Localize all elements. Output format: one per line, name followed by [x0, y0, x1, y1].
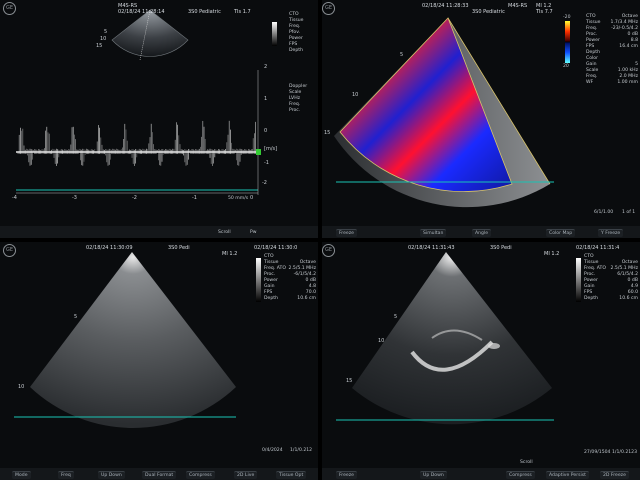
param-list: CTO Tissue Octave Freq. ATO 2.5/5.1 MHz Pr…	[264, 254, 316, 302]
header-datetime-2: 02/18/24 11:30:0	[254, 245, 298, 251]
grayscale-bar	[272, 22, 277, 46]
sweep-speed: 50 mm/s	[228, 196, 249, 201]
color-map-button[interactable]: Color Map	[546, 229, 576, 237]
doppler-graphics	[16, 9, 261, 195]
param-list: CTO Tissue Freq. Pfov. Power FPS Depth	[289, 12, 317, 54]
depth-mark: 5	[104, 29, 108, 35]
header-preset: 3S0 Pediatric	[472, 9, 505, 15]
header-datetime: 02/18/24 11:28:33	[422, 3, 469, 9]
depth-mark: 10	[100, 36, 107, 42]
param-row: Depth 10.6 cm	[584, 296, 638, 301]
depth-mark: 15	[324, 130, 331, 136]
angle-button[interactable]: Angle	[472, 229, 492, 237]
ge-logo-icon: GE	[322, 244, 335, 257]
header-datetime: 02/18/24 11:28:14	[118, 9, 165, 15]
y-freeze-button[interactable]: Y Freeze	[598, 229, 624, 237]
time-tick: -3	[72, 195, 77, 201]
colorbar-top: -20	[563, 15, 571, 20]
header-datetime-2: 02/18/24 11:31:4	[576, 245, 620, 251]
doppler-spectrum	[17, 120, 256, 166]
2d-freeze-button[interactable]: 2D Freeze	[600, 471, 629, 479]
footer-readout: 6/1/1.00	[594, 210, 614, 215]
anatomy-structure	[488, 343, 500, 349]
footer-readout-2: 1/1/0.2123	[612, 450, 638, 455]
header-mi: MI 1.2	[222, 251, 238, 257]
footer-readout: 0/4/2024	[262, 448, 283, 453]
doppler-panel: GE M4S-RS 02/18/24 11:28:14 3S0 Pediatri…	[0, 0, 318, 238]
depth-mark: 5	[394, 314, 398, 320]
color-doppler-panel: GE 02/18/24 11:28:33 M4S-RS MI 1.2 3S0 P…	[322, 0, 640, 238]
header-preset: 3S0 Pediatric	[188, 9, 221, 15]
ge-logo-icon: GE	[3, 2, 16, 15]
footer-count: 1 of 1	[622, 210, 636, 215]
depth-mark: 10	[352, 92, 359, 98]
depth-mark: 5	[74, 314, 78, 320]
time-tick: -4	[12, 195, 17, 201]
button-bar: Mode Freq Up Down Dual Format Compress 2…	[0, 468, 318, 480]
button-bar: Freeze Simultan Angle Color Map Y Freeze	[322, 226, 640, 238]
freeze-button[interactable]: Freeze	[336, 471, 357, 479]
adaptive-persist-button[interactable]: Adaptive Persist	[546, 471, 589, 479]
dual-format-button[interactable]: Dual Format	[142, 471, 177, 479]
depth-mark: 5	[400, 52, 404, 58]
button-bar: Freeze Up Down Compress Adaptive Persist…	[322, 468, 640, 480]
velocity-tick: 1	[264, 96, 268, 102]
time-tick: -2	[132, 195, 137, 201]
depth-mark: 10	[378, 338, 385, 344]
ge-logo-icon: GE	[3, 244, 16, 257]
header-ti: TIs 7.7	[536, 9, 553, 15]
header-ti: TIs 1.7	[234, 9, 251, 15]
bmode-panel-2: GE 02/18/24 11:31:43 3S0 Pedi 02/18/24 1…	[322, 242, 640, 480]
velocity-tick: -2	[262, 180, 267, 186]
compress-button[interactable]: Compress	[506, 471, 535, 479]
param-row: WF 1.00 mm	[586, 80, 638, 85]
grayscale-bar	[576, 258, 581, 302]
pw-label[interactable]: Pw	[250, 230, 257, 235]
depth-mark: 15	[96, 43, 103, 49]
header-mi: MI 1.2	[544, 251, 560, 257]
param-list: CTO Tissue Octave Freq. ATO 2.5/5.1 MHz Pr…	[584, 254, 638, 302]
freeze-button[interactable]: Freeze	[336, 229, 357, 237]
ge-logo-icon: GE	[322, 2, 335, 15]
simultan-button[interactable]: Simultan	[420, 229, 447, 237]
scroll-label[interactable]: Scroll	[520, 460, 533, 465]
tissue-opt-button[interactable]: Tissue Opt	[276, 471, 307, 479]
velocity-tick: -1	[264, 160, 269, 166]
param-list: CTO Octave Tissue 1.7/3.4 MHz Freq. -23/-0.…	[586, 14, 638, 86]
header-datetime: 02/18/24 11:30:09	[86, 245, 133, 251]
time-tick: -1	[192, 195, 197, 201]
time-tick: 0	[250, 195, 254, 201]
colorbar-bottom: 20	[563, 64, 569, 69]
header-probe: M4S-RS	[508, 3, 528, 9]
velocity-tick: 2	[264, 64, 268, 70]
doppler-param-list: Doppler Scale LVHz Freq. Proc.	[289, 84, 317, 114]
sector-image	[30, 252, 236, 428]
2d-live-button[interactable]: 2D Live	[234, 471, 258, 479]
baseline-marker[interactable]	[256, 149, 261, 155]
param-row: Depth	[289, 48, 303, 53]
mini-sector-image	[111, 9, 189, 57]
header-preset: 3S0 Pedi	[168, 245, 190, 251]
header-preset: 3S0 Pedi	[490, 245, 512, 251]
grayscale-bar	[256, 258, 261, 302]
scroll-label[interactable]: Scroll	[218, 230, 231, 235]
depth-mark: 10	[18, 384, 25, 390]
footer-readout: 27/09/1504	[584, 450, 611, 455]
compress-button[interactable]: Compress	[186, 471, 215, 479]
freq-button[interactable]: Freq	[58, 471, 74, 479]
button-bar: Scroll Pw	[0, 226, 318, 238]
velocity-tick: 0	[264, 128, 268, 134]
depth-mark: 15	[346, 378, 353, 384]
header-datetime: 02/18/24 11:31:43	[408, 245, 455, 251]
color-scale-bar	[565, 21, 570, 63]
up-down-button[interactable]: Up Down	[420, 471, 447, 479]
param-row: Depth 10.6 cm	[264, 296, 316, 301]
bmode-panel-1: GE 02/18/24 11:30:09 3S0 Pedi 02/18/24 1…	[0, 242, 318, 480]
velocity-unit: [m/s]	[264, 146, 278, 152]
footer-readout-2: 1/1/0.212	[290, 448, 313, 453]
mode-button[interactable]: Mode	[12, 471, 31, 479]
param-row: Proc.	[289, 108, 301, 113]
up-down-button[interactable]: Up Down	[98, 471, 125, 479]
